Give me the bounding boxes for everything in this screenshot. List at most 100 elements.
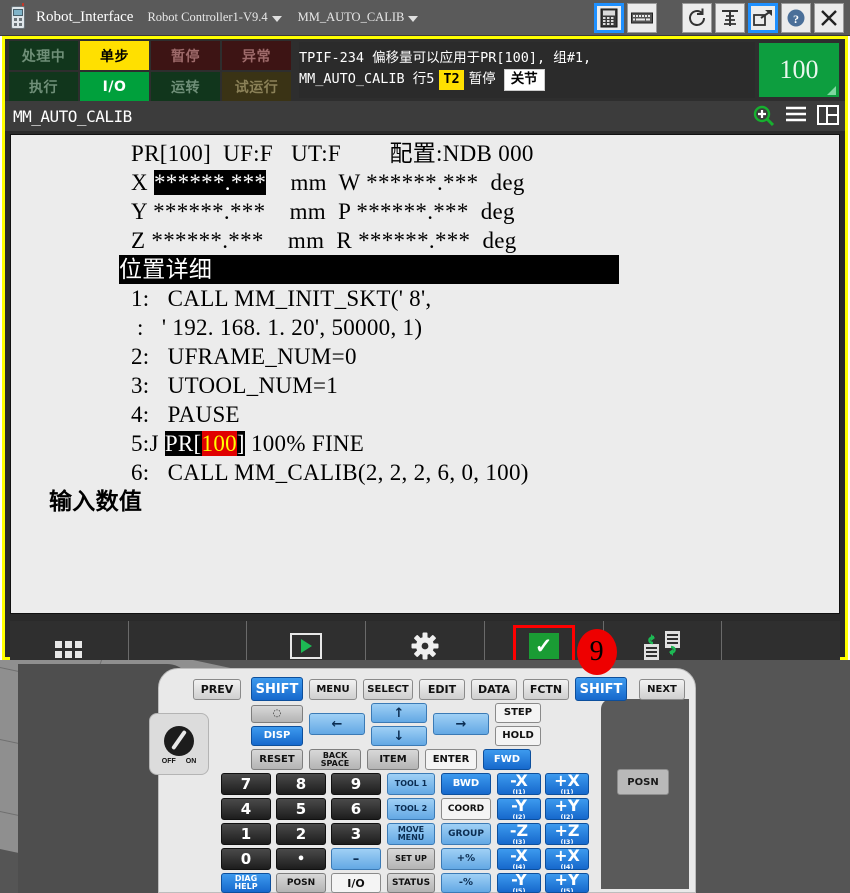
keyboard-icon[interactable] (627, 2, 657, 33)
program-line-5[interactable]: 5:J PR[100] 100% FINE (11, 429, 839, 458)
key-decimal-point[interactable]: • (276, 848, 326, 870)
lamp-io[interactable]: I/O (80, 72, 149, 101)
key-item[interactable]: ITEM (367, 749, 419, 770)
close-icon[interactable] (814, 2, 844, 33)
program-line-4[interactable]: 4: PAUSE (11, 400, 839, 429)
lamp-test-run[interactable]: 试运行 (222, 72, 291, 101)
key-posn-side[interactable]: POSN (617, 769, 669, 795)
key-num-5[interactable]: 5 (276, 798, 326, 820)
key-num-2[interactable]: 2 (276, 823, 326, 845)
key-tool-1[interactable]: TOOL 1 (387, 773, 435, 795)
key-arrow-left[interactable]: ← (309, 713, 365, 735)
pr-value-w[interactable]: ******.*** (366, 170, 478, 195)
key-move-menu[interactable]: MOVE MENU (387, 823, 435, 845)
lamp-running[interactable]: 运转 (151, 72, 220, 101)
key-num-8[interactable]: 8 (276, 773, 326, 795)
lamp-fault[interactable]: 异常 (222, 41, 291, 70)
position-detail-header[interactable]: 位置详细 (119, 255, 619, 284)
key-jog-minus-x-j4[interactable]: -X (J4) (497, 848, 541, 870)
key-num-1[interactable]: 1 (221, 823, 271, 845)
key-reset[interactable]: RESET (251, 749, 303, 770)
key-jog-plus-y-j5[interactable]: +Y (J5) (545, 873, 589, 893)
key-pendant-enable-icon[interactable]: ◌ (251, 705, 303, 723)
controller-selector-label[interactable]: Robot Controller1-V9.4 (147, 10, 267, 25)
key-jog-plus-z-j3[interactable]: +Z (J3) (545, 823, 589, 845)
pr-value-z[interactable]: ******.*** (151, 228, 263, 253)
program-line-6[interactable]: 6: CALL MM_CALIB(2, 2, 2, 6, 0, 100) (11, 458, 839, 487)
key-num-9[interactable]: 9 (331, 773, 381, 795)
refresh-icon[interactable] (682, 2, 712, 33)
key-jog-plus-x-j1[interactable]: +X (J1) (545, 773, 589, 795)
key-fctn[interactable]: FCTN (523, 679, 569, 700)
program-line-3[interactable]: 3: UTOOL_NUM=1 (11, 371, 839, 400)
key-jog-plus-x-j4[interactable]: +X (J4) (545, 848, 589, 870)
menu-icon[interactable] (785, 105, 807, 127)
key-arrow-up[interactable]: ↑ (371, 703, 427, 723)
program-selector-label[interactable]: MM_AUTO_CALIB (298, 10, 405, 25)
key-jog-minus-z-j3[interactable]: -Z (J3) (497, 823, 541, 845)
chevron-down-icon[interactable] (271, 16, 282, 22)
key-jog-minus-y-j2[interactable]: -Y (J2) (497, 798, 541, 820)
program-content-screen[interactable]: PR[100] UF:F UT:F 配置:NDB 000 X ******.**… (10, 134, 840, 614)
pr-ref-index[interactable]: 100 (201, 431, 237, 456)
key-speed-down[interactable]: -% (441, 873, 491, 893)
key-backspace[interactable]: BACK SPACE (309, 749, 361, 770)
key-next[interactable]: NEXT (639, 679, 685, 700)
key-coord[interactable]: COORD (441, 798, 491, 820)
pr-value-r[interactable]: ******.*** (358, 228, 470, 253)
key-fwd[interactable]: FWD (483, 749, 531, 770)
key-data[interactable]: DATA (471, 679, 517, 700)
layout-icon[interactable] (817, 105, 839, 127)
knob-icon[interactable] (164, 725, 194, 756)
status-coord-badge: 关节 (503, 69, 545, 91)
key-edit[interactable]: EDIT (419, 679, 465, 700)
key-shift-left[interactable]: SHIFT (251, 677, 303, 701)
teach-pendant-icon[interactable] (594, 2, 624, 33)
pr-value-x[interactable]: ******.*** (153, 170, 267, 195)
key-shift-right[interactable]: SHIFT (575, 677, 627, 701)
key-status[interactable]: STATUS (387, 873, 435, 893)
key-posn[interactable]: POSN (276, 873, 326, 893)
pr-unit-w: deg (490, 170, 525, 195)
key-speed-up[interactable]: +% (441, 848, 491, 870)
key-disp[interactable]: DISP (251, 726, 303, 746)
program-line-1b[interactable]: : ' 192. 168. 1. 20', 50000, 1) (11, 313, 839, 342)
chevron-down-icon-2[interactable] (408, 16, 419, 22)
key-minus-sign[interactable]: – (331, 848, 381, 870)
program-line-1[interactable]: 1: CALL MM_INIT_SKT(' 8', (11, 284, 839, 313)
key-jog-minus-x-j1[interactable]: -X (J1) (497, 773, 541, 795)
key-io[interactable]: I/O (331, 873, 381, 893)
robot-icon[interactable] (715, 2, 745, 33)
key-select[interactable]: SELECT (363, 679, 413, 700)
key-jog-minus-y-j5[interactable]: -Y (J5) (497, 873, 541, 893)
key-enter[interactable]: ENTER (425, 749, 477, 770)
lamp-processing[interactable]: 处理中 (9, 41, 78, 70)
key-arrow-down[interactable]: ↓ (371, 726, 427, 746)
pointer-icon[interactable] (748, 2, 778, 33)
help-icon[interactable]: ? (781, 2, 811, 33)
key-diag-help[interactable]: DIAG HELP (221, 873, 271, 893)
key-bwd[interactable]: BWD (441, 773, 491, 795)
lamp-single-step[interactable]: 单步 (80, 41, 149, 70)
key-arrow-right[interactable]: → (433, 713, 489, 735)
pr-value-y[interactable]: ******.*** (153, 199, 265, 224)
key-num-6[interactable]: 6 (331, 798, 381, 820)
key-menu[interactable]: MENU (309, 679, 357, 700)
key-set-up[interactable]: SET UP (387, 848, 435, 870)
key-tool-2[interactable]: TOOL 2 (387, 798, 435, 820)
pr-value-p[interactable]: ******.*** (356, 199, 468, 224)
key-hold[interactable]: HOLD (495, 726, 541, 746)
key-prev[interactable]: PREV (193, 679, 241, 700)
key-num-3[interactable]: 3 (331, 823, 381, 845)
key-num-7[interactable]: 7 (221, 773, 271, 795)
deadman-switch[interactable]: OFF ON (149, 713, 209, 775)
program-line-2[interactable]: 2: UFRAME_NUM=0 (11, 342, 839, 371)
lamp-pause[interactable]: 暂停 (151, 41, 220, 70)
zoom-in-icon[interactable] (753, 105, 775, 127)
speed-override-indicator[interactable]: 100 (759, 43, 839, 97)
key-num-0[interactable]: 0 (221, 848, 271, 870)
key-group[interactable]: GROUP (441, 823, 491, 845)
lamp-execute[interactable]: 执行 (9, 72, 78, 101)
key-num-4[interactable]: 4 (221, 798, 271, 820)
key-jog-plus-y-j2[interactable]: +Y (J2) (545, 798, 589, 820)
